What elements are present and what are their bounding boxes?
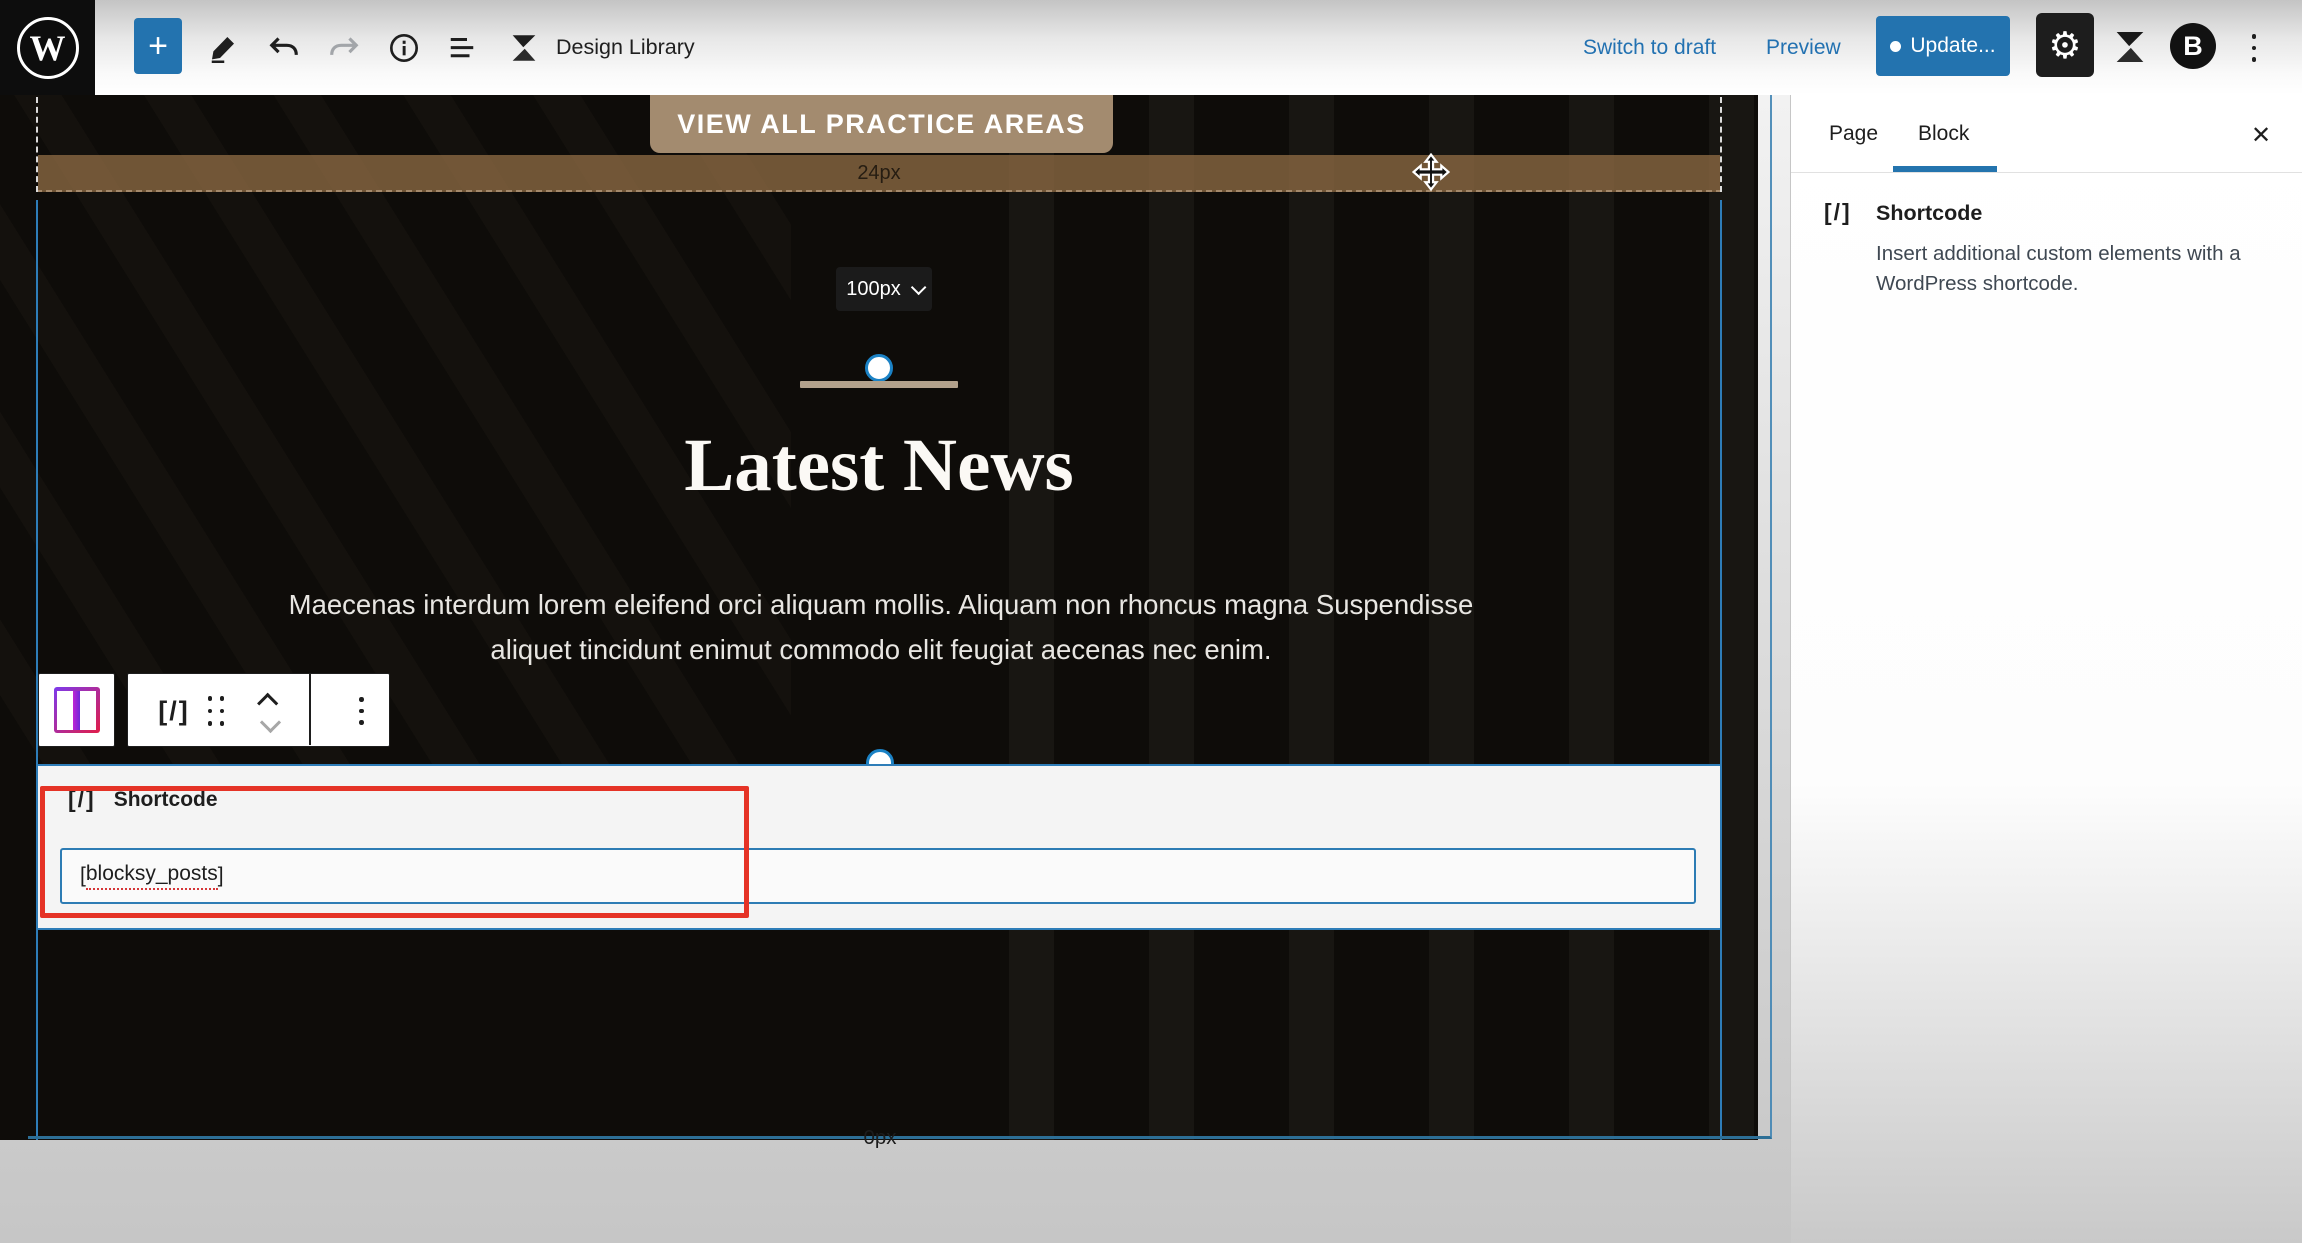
- spacer-height-label: 24px: [857, 162, 900, 185]
- spacer-height-control[interactable]: 100px: [836, 267, 932, 311]
- preview-link[interactable]: Preview: [1766, 0, 1841, 95]
- wordpress-icon: W: [17, 17, 79, 79]
- blocksy-button[interactable]: B: [2170, 23, 2216, 69]
- switch-to-draft-link[interactable]: Switch to draft: [1583, 0, 1716, 95]
- parent-block-selector-button[interactable]: [38, 673, 115, 747]
- settings-toggle-button[interactable]: ⚙: [2036, 13, 2094, 77]
- undo-icon: [269, 35, 299, 61]
- unsaved-dot-icon: [1890, 41, 1901, 52]
- gear-icon: ⚙: [2048, 24, 2081, 67]
- bottom-spacing-label: 0px: [863, 1126, 896, 1150]
- list-view-button[interactable]: [442, 28, 482, 68]
- list-view-icon: [447, 34, 477, 62]
- hero-paragraph[interactable]: Maecenas interdum lorem eleifend orci al…: [276, 582, 1486, 672]
- hero-section[interactable]: VIEW ALL PRACTICE AREAS 24px 100px Lates…: [0, 95, 1758, 1140]
- options-menu-button[interactable]: [2244, 28, 2264, 68]
- blocksy-icon: B: [2183, 31, 2203, 62]
- active-tab-indicator: [1893, 166, 1997, 172]
- undo-button[interactable]: [264, 28, 304, 68]
- redo-icon: [329, 35, 359, 61]
- shortcode-block-icon: [/]: [146, 674, 202, 748]
- update-button[interactable]: Update...: [1876, 16, 2010, 76]
- settings-sidebar: Page Block ✕ [/] Shortcode Insert additi…: [1790, 95, 2302, 1243]
- move-up-button[interactable]: [257, 692, 278, 713]
- columns-icon: [54, 687, 100, 733]
- close-sidebar-button[interactable]: ✕: [2241, 115, 2281, 155]
- divider-resize-handle[interactable]: [865, 354, 893, 382]
- move-down-button[interactable]: [259, 711, 280, 732]
- redo-button[interactable]: [324, 28, 364, 68]
- block-card-description: Insert additional custom elements with a…: [1876, 239, 2274, 298]
- tab-page[interactable]: Page: [1829, 95, 1878, 173]
- sidebar-header: Page Block ✕: [1791, 95, 2302, 173]
- info-icon: [388, 32, 420, 64]
- toolbar-divider: [309, 674, 311, 745]
- tab-block[interactable]: Block: [1918, 95, 1969, 173]
- divider-block[interactable]: [800, 381, 958, 388]
- stackable-icon: [2110, 27, 2150, 67]
- editor-canvas: VIEW ALL PRACTICE AREAS 24px 100px Lates…: [0, 95, 1790, 1243]
- block-inserter-button[interactable]: +: [134, 18, 182, 74]
- shortcode-icon: [/]: [1824, 199, 1852, 226]
- edit-tool-button[interactable]: [203, 28, 243, 68]
- stackable-icon: [507, 31, 541, 65]
- stackable-design-library-button[interactable]: [504, 28, 544, 68]
- move-cursor-icon: [1412, 153, 1450, 191]
- design-library-label: Design Library: [556, 0, 695, 95]
- block-toolbar: [/]: [127, 673, 390, 747]
- spacer-height-value: 100px: [846, 278, 901, 301]
- details-button[interactable]: [384, 28, 424, 68]
- block-card-title: Shortcode: [1876, 201, 1982, 226]
- pencil-icon: [208, 33, 238, 63]
- spacer-block[interactable]: 24px: [38, 155, 1720, 192]
- block-options-button[interactable]: [332, 674, 391, 748]
- latest-news-heading[interactable]: Latest News: [0, 423, 1758, 509]
- chevron-down-icon: [911, 279, 927, 295]
- close-icon: ✕: [2251, 121, 2271, 150]
- block-mover: [248, 682, 292, 740]
- annotation-highlight-rectangle: [40, 786, 749, 918]
- stackable-sidebar-button[interactable]: [2108, 25, 2152, 69]
- drag-handle[interactable]: [204, 692, 228, 730]
- editor-toolbar: W + Design L: [0, 0, 2302, 95]
- wordpress-logo-button[interactable]: W: [0, 0, 95, 95]
- update-button-label: Update...: [1910, 34, 1995, 58]
